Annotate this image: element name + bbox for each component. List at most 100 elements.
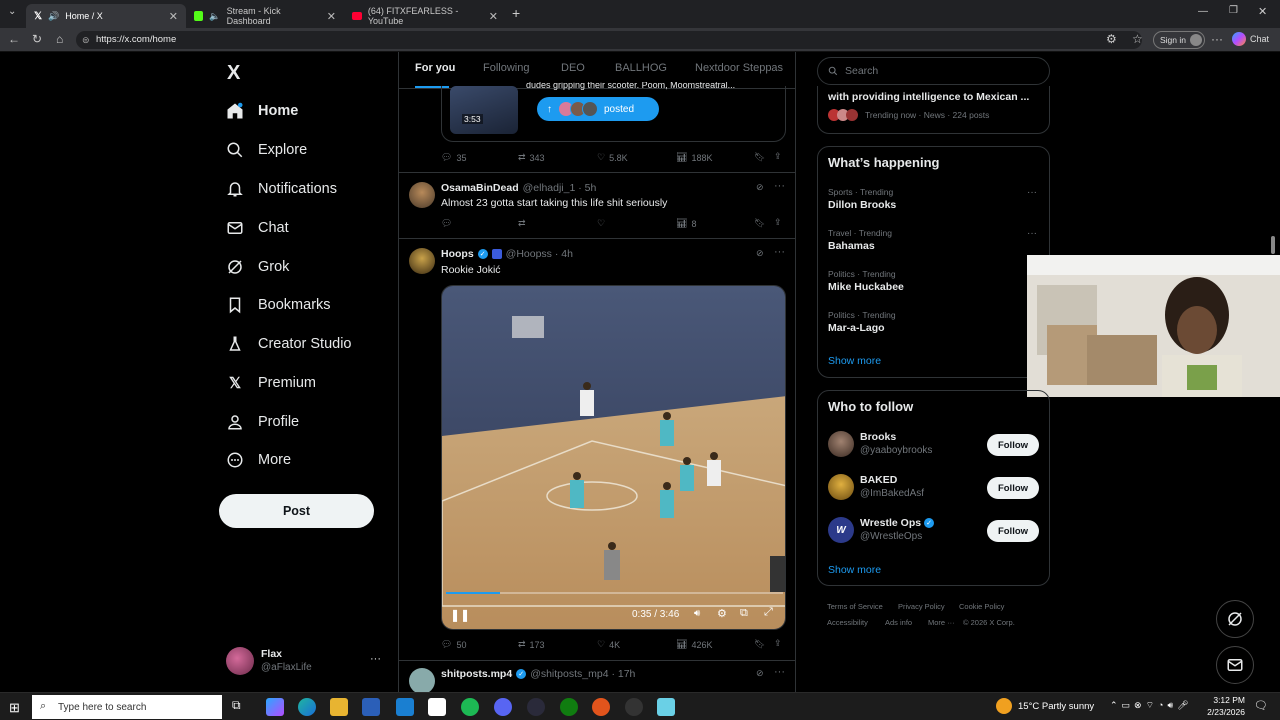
repost-button[interactable]: ⇄ <box>518 218 526 229</box>
edge-icon[interactable] <box>298 698 316 716</box>
restore-icon[interactable]: ❐ <box>1229 5 1238 16</box>
reply-button[interactable]: 💬︎ 35 <box>441 152 466 163</box>
grok-analyze-icon[interactable]: ⊘ <box>756 182 764 193</box>
notifications-icon[interactable]: 🗨︎ <box>1254 699 1268 712</box>
copilot-taskbar-icon[interactable] <box>266 698 284 716</box>
windows-start-icon[interactable]: ⊞ <box>9 700 20 716</box>
site-info-icon[interactable]: ⊜ <box>82 31 90 49</box>
trend-item[interactable]: Mike Huckabee <box>828 281 904 293</box>
volume-icon[interactable]: 🔊︎ <box>694 608 700 619</box>
sidebar-item-creator-studio[interactable]: Creator Studio <box>226 328 352 360</box>
display-name[interactable]: shitposts.mp4 <box>441 668 512 680</box>
tab-kick-dashboard[interactable]: 🔈 Stream - Kick Dashboard ✕ <box>186 4 344 28</box>
views-button[interactable]: 📊︎ 8 <box>676 218 696 229</box>
extensions-icon[interactable]: ⚙ <box>1106 32 1117 46</box>
footer-link-terms[interactable]: Terms of Service <box>827 602 883 611</box>
avatar[interactable] <box>409 248 435 274</box>
handle[interactable]: @shitposts_mp4 · 17h <box>530 668 635 680</box>
avatar[interactable] <box>409 182 435 208</box>
show-more-link[interactable]: Show more <box>828 355 881 367</box>
grok-fab[interactable] <box>1216 600 1254 638</box>
follow-name[interactable]: Brooks <box>860 431 896 443</box>
follow-name[interactable]: BAKED <box>860 474 897 486</box>
bookmark-button[interactable]: 🔖︎ <box>754 152 765 163</box>
tab-home-x[interactable]: 𝕏 🔊 Home / X ✕ <box>26 4 186 28</box>
page-scrollbar-thumb[interactable] <box>1271 236 1275 254</box>
document-icon[interactable] <box>428 698 446 716</box>
new-tab-icon[interactable]: + <box>512 5 520 21</box>
account-menu-icon[interactable]: ··· <box>370 653 381 665</box>
repost-button[interactable]: ⇄ 173 <box>518 639 545 650</box>
video-player[interactable]: ❚❚ 0:35 / 3:46 🔊︎ ⚙ ⧉ ⤢ <box>441 285 786 630</box>
follow-button[interactable]: Follow <box>987 520 1039 542</box>
weather-text[interactable]: 15°C Partly sunny <box>1018 701 1094 712</box>
sign-in-button[interactable]: Sign in <box>1153 31 1205 49</box>
obs-icon[interactable] <box>625 698 643 716</box>
outlook-icon[interactable] <box>396 698 414 716</box>
like-button[interactable]: ♡ 4K <box>597 639 620 650</box>
tab-nextdoor-steppas[interactable]: Nextdoor Steppas <box>695 62 783 74</box>
sidebar-item-premium[interactable]: 𝕏 Premium <box>226 367 316 399</box>
url-field[interactable]: ⊜ https://x.com/home <box>76 31 1142 49</box>
trend-more-icon[interactable]: ··· <box>1027 228 1037 239</box>
sidebar-item-notifications[interactable]: Notifications <box>226 173 337 205</box>
handle[interactable]: @elhadji_1 · 5h <box>523 182 597 194</box>
copilot-chat-button[interactable]: Chat <box>1232 32 1269 46</box>
follow-handle[interactable]: @WrestleOps <box>860 531 922 542</box>
taskbar-search-input[interactable]: ⌕ Type here to search <box>32 695 222 719</box>
follow-name[interactable]: Wrestle Ops <box>860 517 921 529</box>
sidebar-item-home[interactable]: Home <box>226 95 298 127</box>
share-button[interactable]: ⇪ <box>774 151 782 162</box>
display-name[interactable]: Hoops <box>441 248 474 260</box>
show-more-link[interactable]: Show more <box>828 564 881 576</box>
footer-link-cookie[interactable]: Cookie Policy <box>959 602 1004 611</box>
avatar[interactable] <box>828 474 854 500</box>
sidebar-item-explore[interactable]: Explore <box>226 134 307 166</box>
picture-in-picture-icon[interactable]: ⧉ <box>740 607 748 620</box>
close-tab-icon[interactable]: ✕ <box>169 10 178 23</box>
reply-button[interactable]: 💬︎ <box>441 218 452 229</box>
search-input[interactable]: Search <box>817 57 1050 85</box>
x-logo[interactable]: X <box>227 62 240 85</box>
app-icon[interactable] <box>657 698 675 716</box>
more-options-icon[interactable]: ··· <box>774 666 785 678</box>
grok-analyze-icon[interactable]: ⊘ <box>756 668 764 679</box>
video-progress-track[interactable] <box>446 592 783 594</box>
like-button[interactable]: ♡ 5.8K <box>597 152 628 163</box>
app-icon[interactable] <box>527 698 545 716</box>
sidebar-item-profile[interactable]: Profile <box>226 406 299 438</box>
tab-for-you[interactable]: For you <box>415 62 455 74</box>
more-options-icon[interactable]: ··· <box>774 180 785 192</box>
follow-handle[interactable]: @ImBakedAsf <box>860 488 924 499</box>
tab-youtube[interactable]: (64) FITXFEARLESS - YouTube ✕ <box>344 4 506 28</box>
avatar[interactable] <box>828 431 854 457</box>
bookmark-button[interactable]: 🔖︎ <box>754 218 765 229</box>
quoted-tweet-card[interactable]: 3:53 dudes gripping their scooter. Poom,… <box>441 82 786 142</box>
bookmark-button[interactable]: 🔖︎ <box>754 639 765 650</box>
follow-handle[interactable]: @yaaboybrooks <box>860 445 932 456</box>
close-window-icon[interactable]: ✕ <box>1258 5 1267 18</box>
sidebar-item-bookmarks[interactable]: Bookmarks <box>226 289 331 321</box>
trend-item[interactable]: Dillon Brooks <box>828 199 896 211</box>
spotify-icon[interactable] <box>461 698 479 716</box>
share-button[interactable]: ⇪ <box>774 217 782 228</box>
display-name[interactable]: OsamaBinDead <box>441 182 519 194</box>
sidebar-item-grok[interactable]: Grok <box>226 251 289 283</box>
weather-icon[interactable] <box>996 698 1012 714</box>
sidebar-item-more[interactable]: More <box>226 444 291 476</box>
follow-button[interactable]: Follow <box>987 434 1039 456</box>
tab-following[interactable]: Following <box>483 62 529 74</box>
handle[interactable]: @Hoopss · 4h <box>506 248 573 260</box>
new-posts-pill[interactable]: ↑ posted <box>537 97 659 121</box>
more-options-icon[interactable]: ··· <box>774 246 785 258</box>
store-icon[interactable] <box>362 698 380 716</box>
refresh-icon[interactable]: ↻ <box>32 32 42 46</box>
settings-icon[interactable]: ⚙ <box>717 607 727 620</box>
favorites-icon[interactable]: ☆ <box>1132 32 1143 46</box>
footer-link-more[interactable]: More ··· <box>928 618 955 627</box>
clock-time[interactable]: 3:12 PM <box>1205 695 1245 705</box>
trend-more-icon[interactable]: ··· <box>1027 187 1037 198</box>
follow-button[interactable]: Follow <box>987 477 1039 499</box>
trend-headline[interactable]: with providing intelligence to Mexican .… <box>828 91 1029 103</box>
messages-fab[interactable] <box>1216 646 1254 684</box>
